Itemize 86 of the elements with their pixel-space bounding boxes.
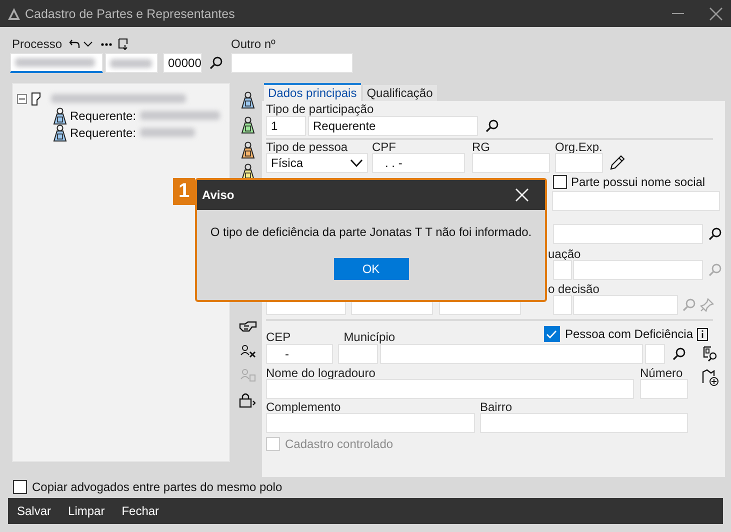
remove-person-icon[interactable] bbox=[240, 344, 256, 358]
search-icon[interactable] bbox=[672, 347, 686, 361]
checkbox-label: Cadastro controlado bbox=[285, 437, 394, 451]
dialog-message: O tipo de deficiência da parte Jonatas T T não foi informado. bbox=[209, 225, 533, 239]
field-label: Tipo de pessoa bbox=[266, 141, 349, 153]
window-title: Cadastro de Partes e Representantes bbox=[25, 6, 236, 20]
search-icon[interactable] bbox=[485, 119, 499, 133]
document-icon bbox=[31, 92, 43, 106]
social-name-field[interactable] bbox=[552, 191, 720, 211]
search-icon[interactable] bbox=[708, 227, 722, 241]
field-label: Número bbox=[640, 367, 684, 379]
code-field[interactable] bbox=[553, 295, 572, 315]
checkbox[interactable] bbox=[13, 480, 27, 494]
process-field[interactable] bbox=[105, 53, 158, 73]
field-label: Outro nº bbox=[231, 38, 276, 50]
text-field[interactable] bbox=[573, 295, 678, 315]
person-icon[interactable] bbox=[241, 116, 255, 134]
action-button[interactable]: Fechar bbox=[122, 504, 160, 518]
field-label: Município bbox=[344, 331, 396, 343]
checkbox-label: Copiar advogados entre partes do mesmo polo bbox=[32, 480, 282, 494]
cpf-field[interactable]: . . - bbox=[372, 153, 465, 173]
field-label: Org.Exp. bbox=[555, 141, 603, 153]
field-label: Nome do logradouro bbox=[266, 367, 376, 379]
checkbox-label: Pessoa com Deficiência bbox=[564, 327, 693, 341]
dialog-title: Aviso bbox=[202, 188, 236, 202]
person-icon[interactable] bbox=[53, 124, 67, 142]
person-type-select[interactable]: Física bbox=[266, 153, 368, 173]
search-icon[interactable] bbox=[209, 56, 223, 70]
tree-item[interactable]: Requerente: bbox=[70, 108, 136, 122]
minimize-icon[interactable] bbox=[672, 12, 684, 14]
participation-field[interactable]: Requerente bbox=[308, 116, 478, 136]
field-label: CPF bbox=[372, 141, 397, 153]
handshake-icon[interactable] bbox=[239, 321, 257, 333]
participation-code-field[interactable]: 1 bbox=[266, 116, 306, 136]
document-arrow-icon[interactable] bbox=[118, 38, 128, 50]
step-marker: 1 bbox=[173, 178, 195, 205]
person-icon[interactable] bbox=[241, 90, 255, 108]
code-field[interactable] bbox=[338, 344, 378, 364]
pencil-icon[interactable] bbox=[610, 155, 625, 170]
check-icon bbox=[546, 330, 558, 338]
rg-field[interactable] bbox=[472, 153, 550, 173]
field-label: uação bbox=[548, 248, 581, 260]
field-label: CEP bbox=[266, 331, 291, 343]
checkbox[interactable] bbox=[544, 326, 560, 342]
code-field[interactable] bbox=[553, 260, 572, 280]
other-number-field[interactable] bbox=[231, 53, 353, 73]
tree-item[interactable]: Requerente: bbox=[70, 126, 136, 140]
tab[interactable]: Dados principais bbox=[264, 83, 361, 101]
cep-field[interactable]: - bbox=[266, 344, 333, 364]
ok-button[interactable]: OK bbox=[334, 258, 408, 280]
blurred-text bbox=[140, 128, 196, 137]
process-field[interactable] bbox=[10, 53, 103, 73]
field-label: Processo bbox=[12, 38, 62, 50]
info-icon[interactable] bbox=[697, 328, 708, 340]
undo-icon[interactable] bbox=[69, 39, 80, 49]
field-label: Complemento bbox=[266, 401, 342, 413]
field-label: Bairro bbox=[480, 401, 514, 413]
map-add-icon[interactable] bbox=[702, 369, 720, 387]
chevron-down-icon[interactable] bbox=[83, 41, 94, 47]
issuer-field[interactable] bbox=[555, 153, 603, 173]
field-label: Tipo de participação bbox=[266, 103, 375, 115]
person-icon[interactable] bbox=[241, 140, 255, 158]
text-field[interactable] bbox=[553, 224, 703, 244]
text-field[interactable] bbox=[573, 260, 703, 280]
action-button[interactable]: Limpar bbox=[68, 504, 105, 518]
checkbox[interactable] bbox=[553, 175, 567, 189]
blurred-text bbox=[110, 58, 152, 68]
tab[interactable]: Qualificação bbox=[362, 85, 437, 101]
field-label: o decisão bbox=[548, 283, 600, 295]
city-field[interactable] bbox=[380, 344, 643, 364]
document-search-icon[interactable] bbox=[702, 346, 718, 362]
chevron-down-icon bbox=[350, 159, 363, 167]
district-field[interactable] bbox=[480, 413, 688, 433]
lock-arrow-icon[interactable] bbox=[239, 392, 257, 408]
person-icon[interactable] bbox=[53, 106, 67, 124]
app-logo-icon bbox=[8, 8, 20, 20]
street-field[interactable] bbox=[266, 379, 634, 399]
state-field[interactable] bbox=[645, 344, 665, 364]
field-label: RG bbox=[472, 141, 491, 153]
more-icon[interactable] bbox=[101, 42, 112, 46]
number-field[interactable] bbox=[640, 379, 688, 399]
complement-field[interactable] bbox=[266, 413, 475, 433]
action-button[interactable]: Salvar bbox=[17, 504, 52, 518]
process-suffix-field[interactable]: 00000 bbox=[163, 53, 202, 73]
checkbox-label: Parte possui nome social bbox=[571, 175, 706, 189]
collapse-icon[interactable] bbox=[17, 94, 27, 104]
